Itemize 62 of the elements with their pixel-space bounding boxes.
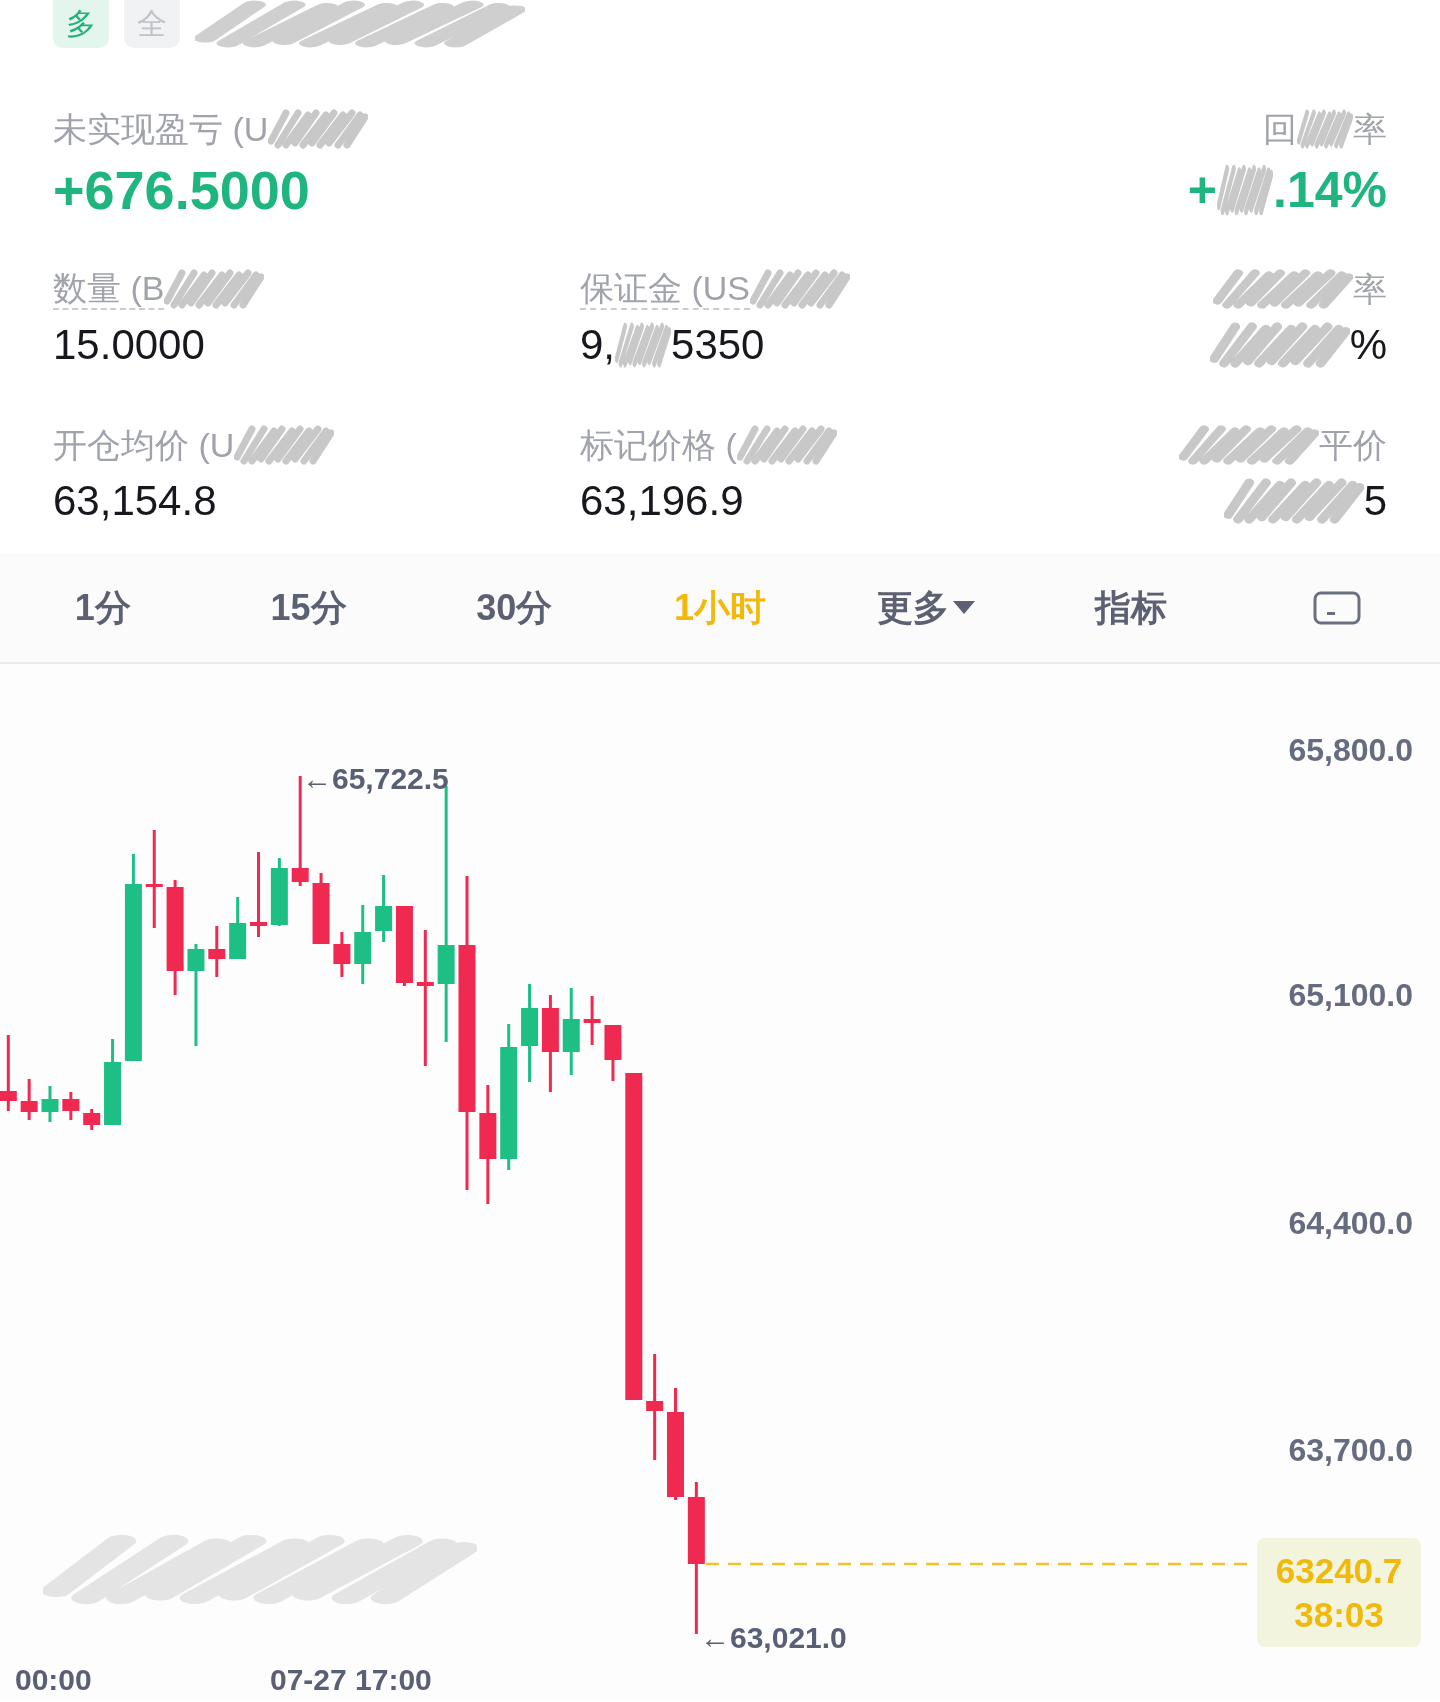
- stat-label: 开仓均价 (U: [53, 425, 235, 465]
- stat-value: 5350: [671, 321, 765, 369]
- caret-icon: [952, 601, 975, 614]
- stat-label: 平价: [1319, 425, 1387, 465]
- bearish-candle: [208, 926, 226, 977]
- scribble-icon: [750, 269, 850, 309]
- stat-label: 数量 (B: [53, 268, 165, 310]
- position-side-badge: 多: [53, 0, 109, 48]
- scribble-icon: [1213, 269, 1353, 309]
- bearish-candle: [333, 932, 351, 977]
- return-rate-label: 率: [1353, 109, 1387, 149]
- last-price: 63240.7: [1275, 1549, 1403, 1592]
- scribble-icon: [736, 425, 837, 465]
- stat-value: %: [1349, 321, 1387, 369]
- scribble-icon: [43, 1534, 477, 1605]
- stat-value: 63,196.9: [580, 477, 744, 525]
- y-axis-label: 64,400.0: [1288, 1205, 1413, 1241]
- stat-label: 保证金 (US: [580, 268, 750, 310]
- return-rate-value: .14%: [1273, 161, 1387, 220]
- bullish-candle: [229, 897, 247, 959]
- pnl-label: 未实现盈亏 (U: [53, 109, 269, 149]
- bullish-candle: [375, 875, 393, 942]
- x-axis-label: 00:00: [15, 1662, 92, 1698]
- return-rate-value: +: [1187, 161, 1218, 220]
- bullish-candle: [41, 1086, 59, 1122]
- stat-value: 9,: [580, 321, 616, 369]
- bearish-candle: [83, 1109, 101, 1130]
- y-axis-label: 65,100.0: [1288, 977, 1413, 1013]
- low-price-label: ←63,021.0: [700, 1620, 847, 1656]
- scribble-icon: [1217, 164, 1274, 216]
- scribble-icon: [164, 269, 265, 309]
- stat-value: 5: [1363, 477, 1387, 525]
- pnl-value: +676.5000: [53, 160, 310, 220]
- bearish-candle: [62, 1092, 80, 1120]
- panel-icon: [1313, 590, 1362, 625]
- bearish-candle: [312, 873, 330, 944]
- stat-value: 15.0000: [53, 321, 205, 369]
- timeframe-tab[interactable]: 指标: [1095, 585, 1168, 630]
- bearish-candle: [604, 1025, 622, 1081]
- stat-label: 率: [1353, 269, 1387, 309]
- return-rate-label: 回: [1263, 109, 1297, 149]
- high-price-label: ←65,722.5: [302, 761, 449, 797]
- y-axis-label: 65,800.0: [1288, 732, 1413, 768]
- y-axis-label: 63,700.0: [1288, 1432, 1413, 1468]
- scribble-icon: [1223, 478, 1364, 524]
- scribble-icon: [1297, 109, 1353, 149]
- timeframe-tab[interactable]: 1分: [74, 585, 131, 630]
- timeframe-tab[interactable]: 15分: [270, 585, 347, 630]
- bullish-candle: [270, 858, 288, 926]
- scribble-icon: [1179, 425, 1319, 465]
- scribble-icon: [234, 425, 335, 465]
- bearish-candle: [20, 1079, 38, 1120]
- scribble-icon: [268, 109, 369, 149]
- more-dropdown[interactable]: 更多: [876, 585, 975, 630]
- bearish-candle: [583, 996, 601, 1045]
- scribble-icon: [1209, 322, 1350, 368]
- x-axis-label: 07-27 17:00: [270, 1662, 432, 1698]
- stat-label: 标记价格 (: [580, 425, 737, 465]
- timeframe-tab[interactable]: 30分: [476, 585, 553, 630]
- countdown-timer: 38:03: [1294, 1593, 1384, 1636]
- stat-value: 63,154.8: [53, 477, 217, 525]
- scribble-icon: [615, 322, 672, 368]
